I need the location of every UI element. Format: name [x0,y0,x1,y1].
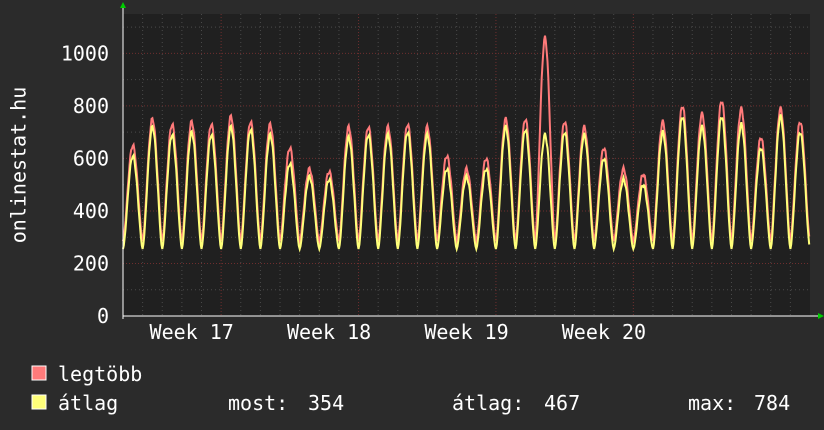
y-tick-label: 600 [73,146,109,170]
stat-average-label: átlag: [452,391,524,415]
y-axis-label: onlinestat.hu [7,87,31,244]
legend-label-max: legtöbb [58,362,142,386]
x-tick-labels: Week 17 Week 18 Week 19 Week 20 [150,320,646,344]
chart: 02004006008001000 Week 17 Week 18 Week 19 W… [7,2,824,415]
x-tick-label: Week 17 [150,320,234,344]
x-tick-label: Week 20 [562,320,646,344]
stat-current-value: 354 [308,391,344,415]
legend-swatch-max [31,365,47,381]
y-tick-label: 200 [73,251,109,275]
stat-max-label: max: [688,391,736,415]
stat-average-value: 467 [544,391,580,415]
y-tick-label: 1000 [61,41,109,65]
x-tick-label: Week 19 [424,320,508,344]
y-tick-labels: 0 200 400 600 800 1000 [61,41,109,328]
y-axis-arrow [120,2,126,8]
y-tick-label: 400 [73,199,109,223]
legend-label-avg: átlag [58,391,118,415]
stat-max-value: 784 [754,391,790,415]
y-tick-label: 0 [97,304,109,328]
legend-swatch-avg [31,394,47,410]
x-axis-arrow [818,313,824,319]
legend: legtöbb átlag most: 354 átlag: 467 max: … [31,362,790,415]
x-tick-label: Week 18 [287,320,371,344]
stat-current-label: most: [228,391,288,415]
y-tick-label: 800 [73,94,109,118]
